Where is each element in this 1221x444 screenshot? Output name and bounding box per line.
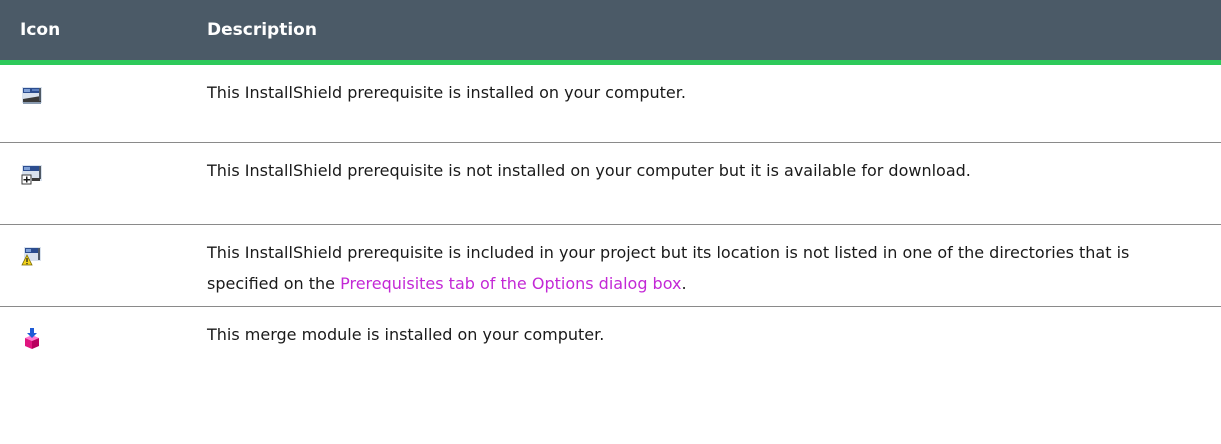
- icon-description-table: Icon Description This InstallShield prer…: [0, 0, 1221, 386]
- table-row: This merge module is installed on your c…: [0, 306, 1221, 386]
- description-cell: This merge module is installed on your c…: [207, 324, 605, 344]
- description-cell: This InstallShield prerequisite is not i…: [190, 142, 1221, 225]
- description-cell: This InstallShield prerequisite is insta…: [190, 62, 1221, 143]
- installed-prerequisite-icon: [21, 85, 43, 109]
- icon-cell: [0, 306, 190, 386]
- description-cell: This InstallShield prerequisite is inclu…: [190, 224, 1221, 307]
- description-column-header: Description: [190, 0, 1221, 65]
- icon-column-header: Icon: [0, 0, 190, 65]
- table-row: This InstallShield prerequisite is insta…: [0, 62, 1221, 143]
- description-text-end: .: [681, 273, 687, 293]
- icon-cell: [0, 62, 190, 143]
- missing-location-prerequisite-icon: [21, 245, 43, 269]
- table-row: This InstallShield prerequisite is not i…: [0, 142, 1221, 225]
- table-header-row: Icon Description: [0, 0, 1221, 65]
- merge-module-installed-icon: [21, 327, 43, 351]
- prerequisites-tab-link[interactable]: Prerequisites tab of the Options dialog …: [340, 274, 681, 293]
- icon-cell: [0, 142, 190, 225]
- icon-cell: [0, 224, 190, 307]
- table-row: This InstallShield prerequisite is inclu…: [0, 224, 1221, 307]
- downloadable-prerequisite-icon: [21, 163, 43, 187]
